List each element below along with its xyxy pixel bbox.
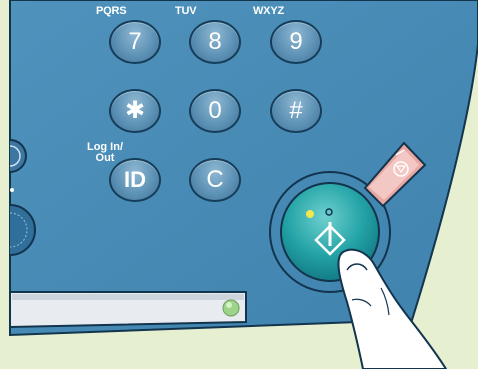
key-hash[interactable]: #	[270, 89, 322, 133]
key-9[interactable]: 9	[270, 20, 322, 64]
key-0-label: 0	[208, 97, 222, 124]
login-out-button[interactable]: ID	[109, 158, 161, 202]
key-8-letters: TUV	[175, 5, 197, 17]
clear-label: C	[206, 166, 224, 193]
key-9-letters: WXYZ	[253, 5, 284, 17]
start-indicator-light	[306, 210, 314, 218]
key-0[interactable]: 0	[189, 89, 241, 133]
key-8-label: 8	[208, 28, 222, 55]
asterisk-icon: ✱	[124, 97, 146, 124]
key-8[interactable]: 8	[189, 20, 241, 64]
key-7[interactable]: 7	[109, 20, 161, 64]
key-asterisk[interactable]: ✱	[109, 89, 161, 133]
clear-button[interactable]: C	[189, 158, 241, 202]
id-label: ID	[124, 167, 146, 192]
power-indicator-light	[222, 299, 240, 317]
key-9-label: 9	[289, 28, 303, 55]
key-hash-label: #	[289, 97, 303, 124]
key-7-letters: PQRS	[96, 5, 127, 17]
key-7-label: 7	[128, 28, 142, 55]
lower-strip	[9, 291, 247, 329]
